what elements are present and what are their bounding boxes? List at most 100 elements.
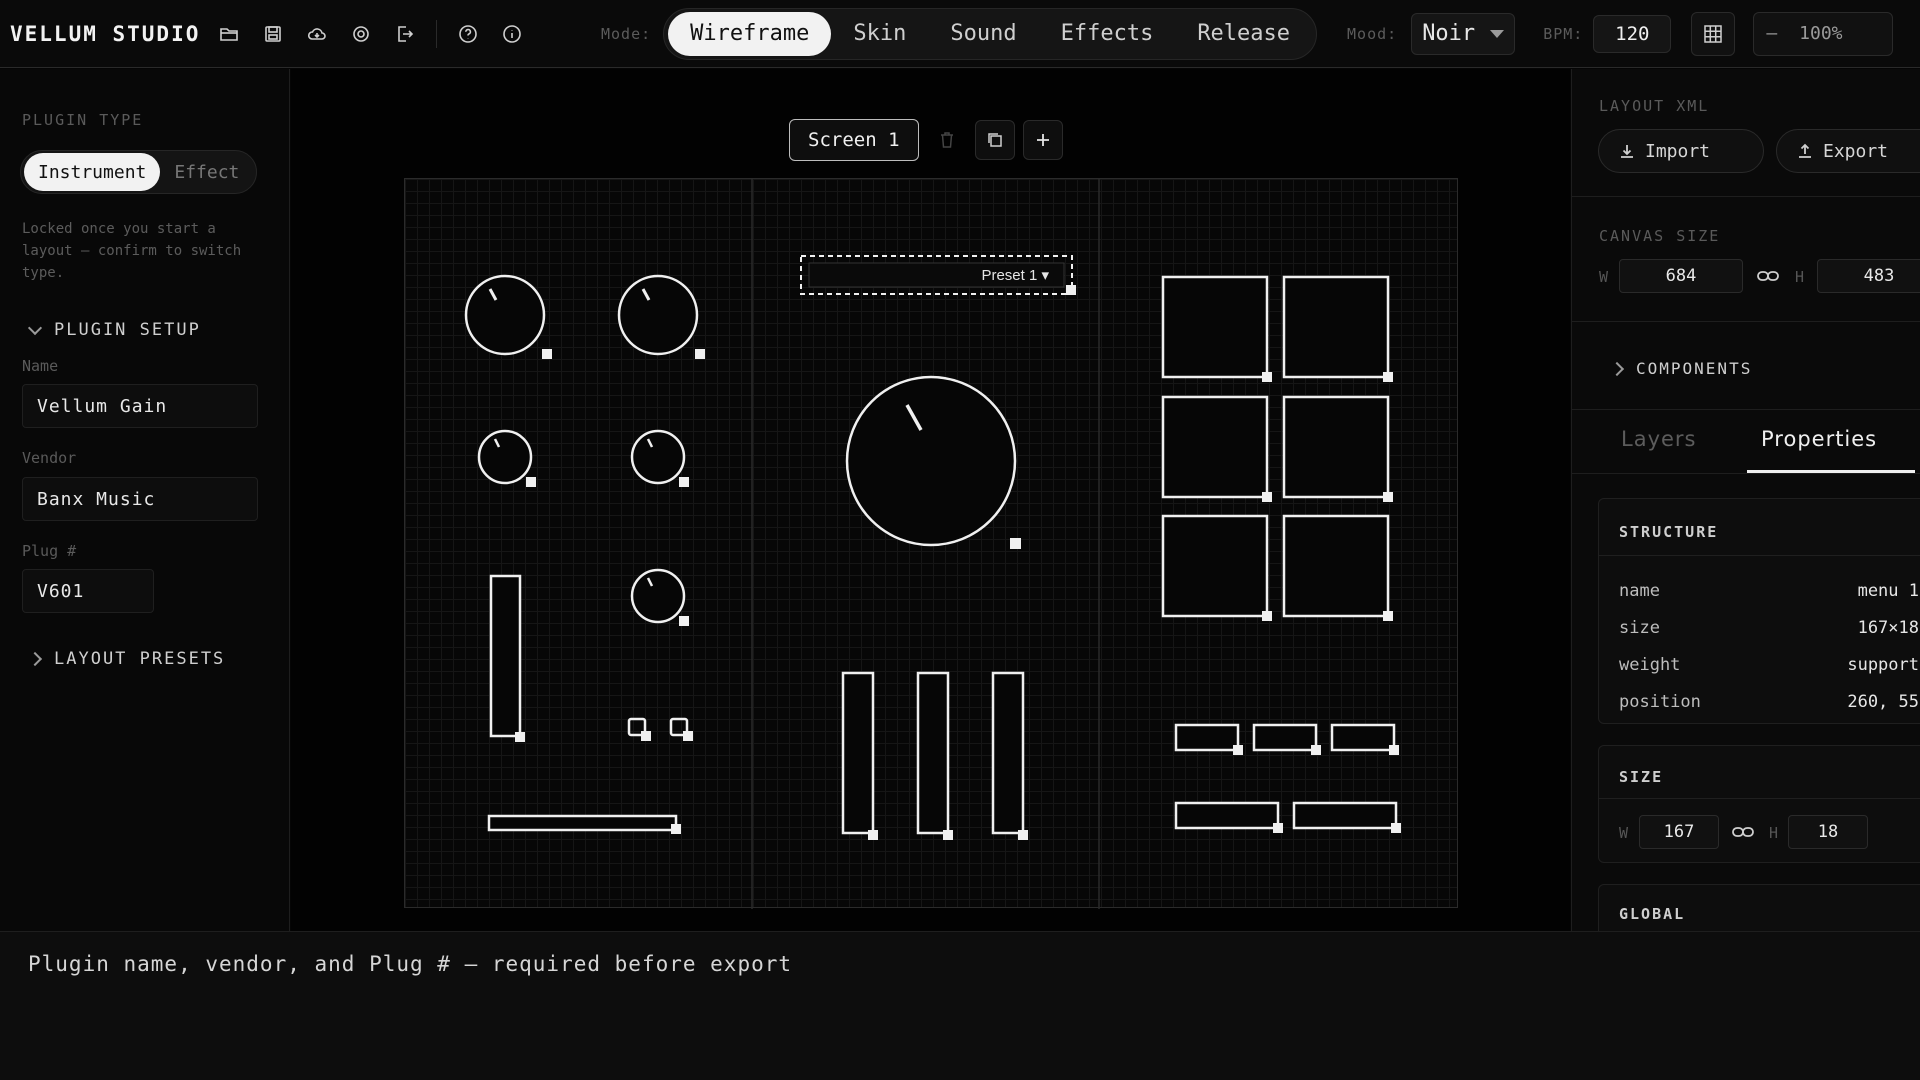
mood-value: Noir — [1422, 21, 1476, 46]
global-title: GLOBAL — [1619, 905, 1686, 923]
resize-handle[interactable] — [695, 349, 705, 359]
layout-presets-toggle[interactable]: LAYOUT PRESETS — [27, 649, 225, 669]
resize-handle[interactable] — [526, 477, 536, 487]
resize-handle[interactable] — [542, 349, 552, 359]
save-button[interactable] — [254, 15, 292, 53]
resize-handle[interactable] — [1273, 823, 1283, 833]
resize-handle[interactable] — [679, 477, 689, 487]
section-divider — [1572, 473, 1920, 474]
resize-handle[interactable] — [1010, 538, 1021, 549]
resize-handle[interactable] — [1383, 372, 1393, 382]
resize-handle[interactable] — [671, 824, 681, 834]
mode-tab-sound[interactable]: Sound — [928, 12, 1038, 56]
mode-tab-skin[interactable]: Skin — [831, 12, 928, 56]
open-button[interactable] — [210, 15, 248, 53]
pad-component[interactable] — [1282, 275, 1393, 382]
property-key: weight — [1619, 655, 1681, 675]
resize-handle[interactable] — [943, 830, 953, 840]
duplicate-screen-button[interactable] — [974, 120, 1015, 160]
cloud-button[interactable] — [298, 15, 336, 53]
plug-number-input[interactable]: V601 — [22, 569, 154, 613]
exit-button[interactable] — [386, 15, 424, 53]
preset-menu-component[interactable]: Preset 1 ▾ — [800, 255, 1076, 295]
resize-handle[interactable] — [1262, 611, 1272, 621]
resize-handle[interactable] — [1389, 745, 1399, 755]
link-icon[interactable] — [1732, 825, 1754, 839]
type-instrument-button[interactable]: Instrument — [24, 153, 161, 191]
add-screen-button[interactable] — [1022, 120, 1063, 160]
resize-handle[interactable] — [679, 616, 689, 626]
knob-component[interactable] — [617, 274, 705, 359]
link-icon[interactable] — [1757, 269, 1779, 283]
canvas-height-input[interactable]: 483 — [1817, 259, 1920, 293]
vendor-input[interactable]: Banx Music — [22, 477, 258, 521]
tab-layers[interactable]: Layers — [1621, 427, 1697, 451]
pad-component[interactable] — [1161, 514, 1272, 621]
info-button[interactable] — [493, 15, 531, 53]
button-component[interactable] — [1292, 801, 1401, 833]
resize-handle[interactable] — [1066, 285, 1076, 295]
export-button[interactable]: Export — [1776, 129, 1920, 173]
settings-button[interactable] — [342, 15, 380, 53]
size-width-input[interactable]: 167 — [1639, 815, 1719, 849]
knob-component[interactable] — [477, 429, 536, 487]
mood-select[interactable]: Noir — [1411, 12, 1516, 55]
pad-component[interactable] — [1161, 395, 1272, 502]
folder-open-icon — [220, 27, 238, 41]
zoom-out-button[interactable]: – — [1766, 23, 1777, 44]
mode-tabs: Wireframe Skin Sound Effects Release — [663, 7, 1318, 60]
chevron-down-icon — [1490, 29, 1505, 38]
vertical-slider-component[interactable] — [991, 671, 1028, 840]
components-toggle[interactable]: COMPONENTS — [1609, 359, 1752, 378]
mode-tab-effects[interactable]: Effects — [1039, 12, 1176, 56]
type-effect-button[interactable]: Effect — [160, 153, 253, 191]
help-button[interactable] — [449, 15, 487, 53]
resize-handle[interactable] — [683, 731, 693, 741]
size-height-input[interactable]: 18 — [1788, 815, 1868, 849]
resize-handle[interactable] — [1262, 492, 1272, 502]
resize-handle[interactable] — [1391, 823, 1401, 833]
button-component[interactable] — [1252, 723, 1321, 755]
vertical-slider-component[interactable] — [916, 671, 953, 840]
button-component[interactable] — [1174, 723, 1243, 755]
toggle-component[interactable] — [669, 717, 693, 741]
vertical-slider-component[interactable] — [489, 574, 525, 742]
resize-handle[interactable] — [1262, 372, 1272, 382]
resize-handle[interactable] — [1383, 492, 1393, 502]
mode-tab-release[interactable]: Release — [1175, 12, 1312, 56]
resize-handle[interactable] — [1383, 611, 1393, 621]
pad-component[interactable] — [1282, 514, 1393, 621]
resize-handle[interactable] — [515, 732, 525, 742]
plugin-type-label: PLUGIN TYPE — [22, 111, 144, 129]
mood-label: Mood: — [1347, 24, 1398, 43]
knob-component[interactable] — [630, 429, 689, 487]
plugin-setup-toggle[interactable]: PLUGIN SETUP — [27, 320, 201, 340]
main-knob-component[interactable] — [845, 375, 1021, 549]
design-canvas[interactable]: Preset 1 ▾ — [404, 178, 1458, 909]
upload-icon — [1799, 143, 1811, 158]
resize-handle[interactable] — [1311, 745, 1321, 755]
plug-number-label: Plug # — [22, 542, 77, 560]
pad-component[interactable] — [1282, 395, 1393, 502]
resize-handle[interactable] — [1018, 830, 1028, 840]
canvas-width-input[interactable]: 684 — [1619, 259, 1743, 293]
resize-handle[interactable] — [868, 830, 878, 840]
grid-toggle-button[interactable] — [1691, 11, 1736, 56]
screen-tab[interactable]: Screen 1 — [789, 119, 919, 161]
knob-component[interactable] — [464, 274, 552, 359]
resize-handle[interactable] — [1233, 745, 1243, 755]
button-component[interactable] — [1330, 723, 1399, 755]
mode-tab-wireframe[interactable]: Wireframe — [668, 11, 832, 56]
delete-screen-button[interactable] — [927, 120, 967, 160]
button-component[interactable] — [1174, 801, 1283, 833]
toggle-component[interactable] — [627, 717, 651, 741]
import-button[interactable]: Import — [1598, 129, 1764, 173]
horizontal-slider-component[interactable] — [487, 814, 681, 834]
bpm-input[interactable]: 120 — [1593, 14, 1672, 53]
vertical-slider-component[interactable] — [841, 671, 878, 840]
tab-properties[interactable]: Properties — [1761, 427, 1877, 451]
knob-component[interactable] — [630, 568, 689, 626]
plugin-name-input[interactable]: Vellum Gain — [22, 384, 258, 428]
pad-component[interactable] — [1161, 275, 1272, 382]
resize-handle[interactable] — [641, 731, 651, 741]
